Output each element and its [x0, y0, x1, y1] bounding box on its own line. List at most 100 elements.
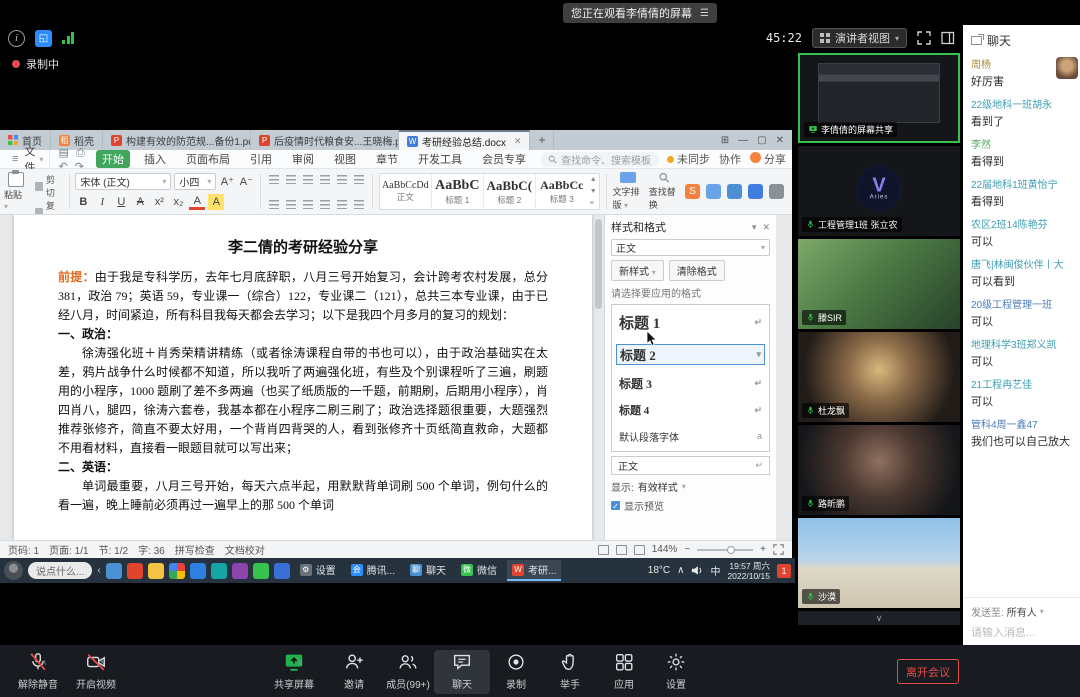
style-item-heading3[interactable]: 标题 3↵ [616, 375, 765, 392]
leave-meeting-button[interactable]: 离开会议 [897, 659, 959, 684]
app-icon[interactable] [274, 563, 290, 579]
menu-insert[interactable]: 插入 [138, 150, 172, 168]
meeting-info-icon[interactable]: i [8, 30, 25, 47]
chat-input[interactable] [971, 627, 1072, 639]
style-item-body[interactable]: 正文↵ [611, 456, 770, 475]
apps-button[interactable]: 应用 [596, 650, 652, 691]
menu-references[interactable]: 引用 [244, 150, 278, 168]
zoom-in-button[interactable]: + [760, 544, 766, 555]
underline-button[interactable]: U [113, 194, 129, 210]
participant-tile-zhanglinong[interactable]: VAries 工程管理1班 张立农 [798, 146, 960, 236]
close-window-icon[interactable]: ✕ [776, 135, 784, 146]
copy-button[interactable]: 复制 [35, 199, 63, 215]
menu-start[interactable]: 开始 [96, 150, 130, 168]
style-normal[interactable]: AaBbCcDd正文 [380, 174, 432, 209]
participant-tile-tengsir[interactable]: 滕SIR [798, 239, 960, 329]
cut-button[interactable]: 剪切 [35, 173, 63, 199]
record-button[interactable]: 录制 [488, 650, 544, 691]
panel-layout-icon[interactable] [941, 31, 955, 45]
raise-hand-button[interactable]: 举手 [542, 650, 598, 691]
notification-badge[interactable]: 1 [777, 564, 791, 578]
browser-icon[interactable] [169, 563, 185, 579]
new-style-button[interactable]: 新样式 ▾ [611, 260, 664, 281]
taskbar-window-wechat[interactable]: 微微信 [456, 560, 502, 581]
collapse-videos-button[interactable]: ∨ [798, 611, 960, 625]
zoom-value[interactable]: 144% [652, 544, 678, 555]
app-icon[interactable] [211, 563, 227, 579]
app-icon[interactable] [253, 563, 269, 579]
fullscreen-icon[interactable] [917, 31, 931, 45]
avatar[interactable] [4, 561, 23, 580]
subscript-button[interactable]: x₂ [170, 194, 186, 210]
preview-checkbox[interactable]: ✓显示预览 [611, 498, 770, 513]
bullet-list-icon[interactable] [267, 173, 281, 185]
menu-page-layout[interactable]: 页面布局 [180, 150, 236, 168]
current-style-select[interactable]: 正文▾ [611, 239, 770, 256]
style-item-heading2[interactable]: 标题 2▾ [616, 344, 765, 365]
status-proofing[interactable]: 文档校对 [225, 542, 265, 557]
participant-tile-dulongpiao[interactable]: 杜龙飘 [798, 332, 960, 422]
justify-icon[interactable] [318, 198, 332, 210]
share-screen-button[interactable]: ∧ 共享屏幕 [266, 650, 322, 691]
outdent-icon[interactable] [301, 173, 315, 185]
style-heading1[interactable]: AaBbC标题 1 [432, 174, 484, 209]
print-icon[interactable] [727, 184, 742, 199]
invite-button[interactable]: 邀请 [326, 650, 382, 691]
superscript-button[interactable]: x² [151, 194, 167, 210]
align-left-icon[interactable] [267, 198, 281, 210]
menu-dev-tools[interactable]: 开发工具 [412, 150, 468, 168]
unmute-button[interactable]: ∧ 解除静音 [10, 650, 66, 691]
taskbar-window-tencent-meeting[interactable]: 会腾讯... [346, 560, 400, 581]
minimize-window-icon[interactable]: — [738, 135, 748, 146]
tab-pdf1[interactable]: P构建有效的防范规...备份1.pdf [103, 130, 251, 150]
settings-button[interactable]: 设置 [648, 650, 704, 691]
participant-tile-screen-share[interactable]: 李倩倩的屏幕共享 [798, 53, 960, 143]
close-tab-icon[interactable]: ✕ [514, 136, 522, 147]
network-signal-icon[interactable] [62, 32, 74, 44]
sync-status[interactable]: 未同步 [667, 151, 710, 167]
collapse-left-icon[interactable]: ‹ [97, 565, 100, 576]
gallery-down-icon[interactable]: ▼ [590, 188, 597, 195]
highlight-color-button[interactable]: A [208, 194, 224, 210]
borders-icon[interactable] [352, 198, 366, 210]
paste-button[interactable]: 粘贴 ▾ [4, 172, 29, 211]
number-list-icon[interactable] [284, 173, 298, 185]
maximize-window-icon[interactable]: ▢ [757, 135, 766, 146]
chat-messages[interactable]: 周杨好厉害 22级地科一班胡永看到了 李然看得到 22届地科1班黄怡宁看得到 农… [963, 54, 1080, 597]
minimize-float-icon[interactable]: ◱ [35, 30, 52, 47]
taskbar-window-settings[interactable]: ⚙设置 [295, 560, 341, 581]
download-icon[interactable] [748, 184, 763, 199]
tab-pdf2[interactable]: P后疫情时代粮食安...王晓梅.pdf [251, 130, 399, 150]
weather-temp[interactable]: 18°C [648, 565, 670, 576]
style-item-heading1[interactable]: 标题 1↵ [616, 312, 765, 333]
menu-section[interactable]: 章节 [370, 150, 404, 168]
more-tools-icon[interactable] [769, 184, 784, 199]
decrease-font-icon[interactable]: A⁻ [238, 174, 254, 190]
page-view-icon[interactable] [598, 545, 609, 555]
increase-font-icon[interactable]: A⁺ [219, 174, 235, 190]
ime-indicator[interactable]: 中 [710, 563, 720, 578]
banner-menu-icon[interactable]: ☰ [700, 8, 709, 19]
paragraph-mark-icon[interactable] [335, 198, 349, 210]
font-color-button[interactable]: A [189, 194, 205, 210]
font-name-select[interactable]: 宋体 (正文)▾ [75, 173, 171, 190]
menu-membership[interactable]: 会员专享 [476, 150, 532, 168]
app-icon[interactable] [190, 563, 206, 579]
pin-tool-icon[interactable] [706, 184, 721, 199]
gallery-up-icon[interactable]: ▲ [590, 176, 597, 183]
taskbar-clock[interactable]: 19:57 周六 2022/10/15 [727, 561, 770, 581]
members-button[interactable]: 成员(99+) [380, 650, 436, 691]
pin-icon[interactable]: ▾ [752, 222, 757, 232]
document-page[interactable]: 李二倩的考研经验分享 前提：由于我是专科学历，去年七月底辞职，八月三号开始复习，… [14, 215, 592, 540]
clear-format-button[interactable]: 清除格式 [669, 260, 725, 281]
align-center-icon[interactable] [284, 198, 298, 210]
tab-active-doc[interactable]: W考研经验总结.docx✕ [399, 130, 530, 150]
file-menu[interactable]: ≡文件▾ [6, 150, 50, 168]
collab-button[interactable]: 协作 [719, 151, 741, 167]
zoom-out-button[interactable]: − [684, 544, 690, 555]
style-item-default-font[interactable]: 默认段落字体a [616, 429, 765, 444]
view-mode-button[interactable]: 演讲者视图 ▾ [812, 28, 907, 48]
menu-view[interactable]: 视图 [328, 150, 362, 168]
taskbar-window-wps-doc[interactable]: W考研... [507, 560, 561, 581]
gallery-more-icon[interactable]: ≡ [590, 200, 597, 207]
